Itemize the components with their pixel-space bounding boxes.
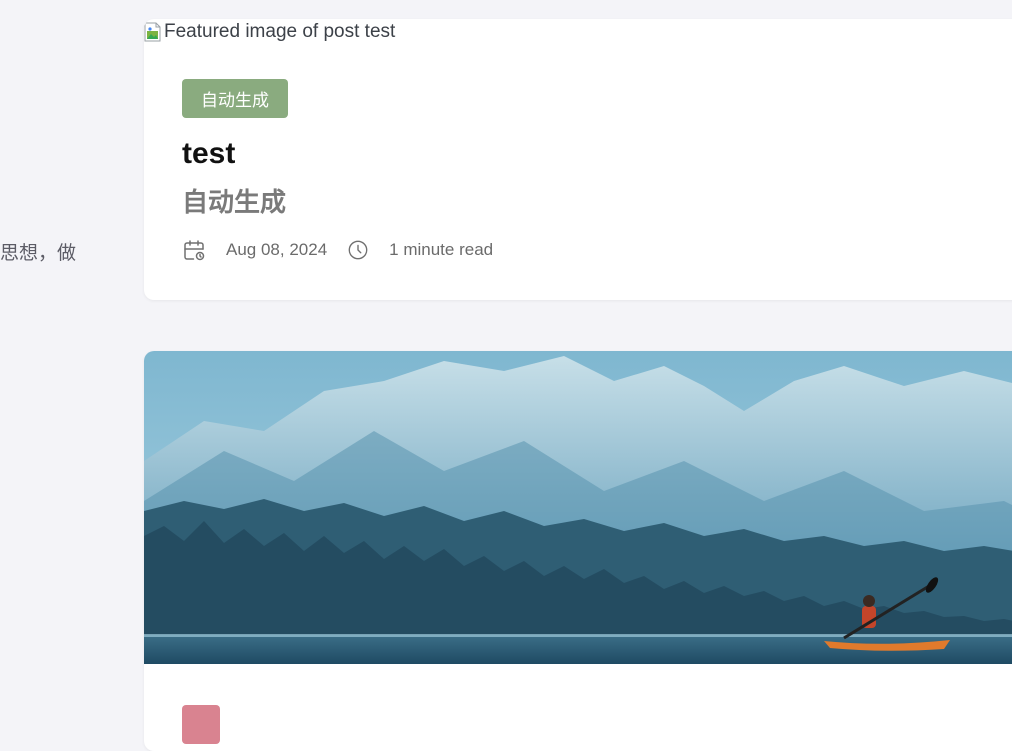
- post-description: 自动生成: [182, 187, 287, 217]
- category-tag[interactable]: 自动生成: [182, 79, 288, 118]
- post-title[interactable]: test: [182, 137, 235, 171]
- broken-image-icon: [144, 22, 162, 42]
- clock-icon: [347, 239, 369, 261]
- mountain-lake-kayak-image: [144, 351, 1012, 664]
- calendar-icon: [182, 238, 206, 262]
- featured-image[interactable]: [144, 351, 1012, 664]
- read-time: 1 minute read: [389, 240, 494, 259]
- post-meta: Aug 08, 2024 1 minute read: [182, 238, 493, 262]
- sidebar-text-snippet: 思想，做: [0, 243, 77, 264]
- featured-image[interactable]: Featured image of post test: [144, 19, 395, 45]
- post-card[interactable]: [144, 351, 1012, 751]
- post-card[interactable]: Featured image of post test 自动生成 test 自动…: [144, 19, 1012, 300]
- featured-image-alt-text: Featured image of post test: [164, 21, 396, 42]
- post-date: Aug 08, 2024: [226, 240, 328, 259]
- category-tag[interactable]: [182, 705, 220, 744]
